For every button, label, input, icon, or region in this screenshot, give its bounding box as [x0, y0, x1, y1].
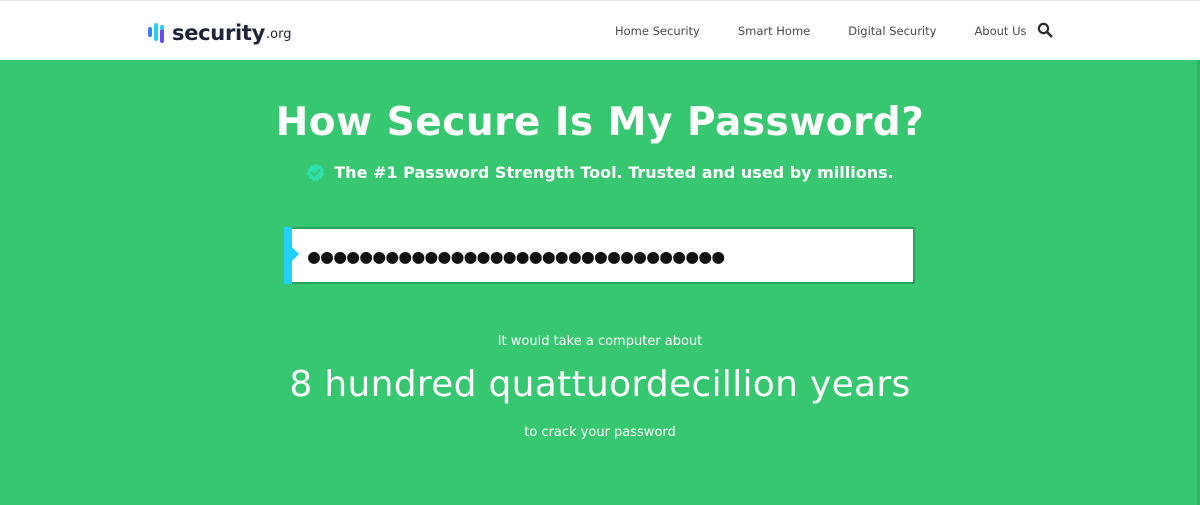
tagline-text: The #1 Password Strength Tool. Trusted a… [334, 163, 894, 182]
page-title: How Secure Is My Password? [275, 100, 925, 145]
input-focus-marker [284, 227, 299, 284]
tagline: The #1 Password Strength Tool. Trusted a… [0, 163, 1200, 182]
logo-link[interactable]: security .org [147, 19, 292, 45]
check-badge-icon [307, 163, 325, 182]
logo-tld: .org [266, 27, 292, 42]
result-suffix: to crack your password [524, 425, 676, 440]
nav-digital-security[interactable]: Digital Security [848, 24, 936, 38]
search-button[interactable] [1037, 22, 1053, 38]
page: security .org Home Security Smart Home D… [0, 0, 1200, 505]
crack-time: 8 hundred quattuordecillion years [289, 364, 911, 405]
logo-bars-icon [148, 23, 164, 43]
password-field-container [284, 227, 915, 284]
site-header: security .org Home Security Smart Home D… [0, 0, 1200, 60]
search-icon [1037, 22, 1053, 38]
password-input[interactable] [308, 229, 898, 282]
nav-home-security[interactable]: Home Security [615, 24, 700, 38]
result-prefix: It would take a computer about [497, 334, 703, 349]
main-nav: Home Security Smart Home Digital Securit… [596, 1, 1046, 61]
logo-wordmark: security [172, 21, 266, 45]
hero-section: How Secure Is My Password? The #1 Passwo… [0, 60, 1200, 505]
nav-smart-home[interactable]: Smart Home [738, 24, 810, 38]
nav-about-us[interactable]: About Us [974, 24, 1026, 38]
